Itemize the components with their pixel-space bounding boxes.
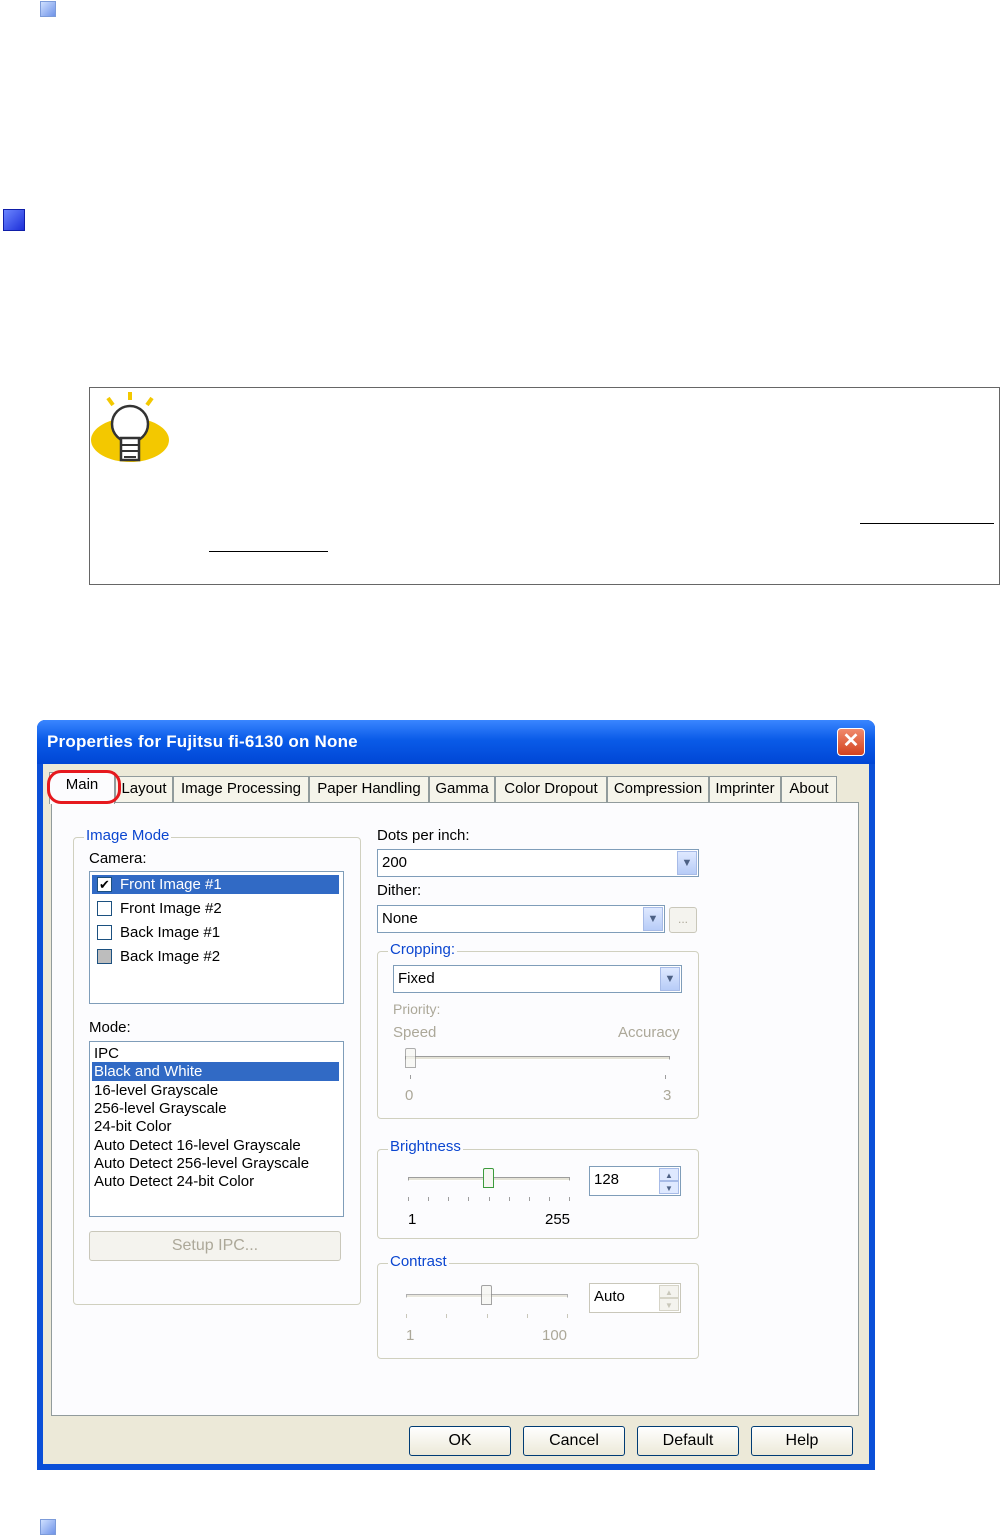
- tab-paper-handling[interactable]: Paper Handling: [309, 776, 429, 802]
- brightness-spinbox[interactable]: 128 ▲ ▼: [589, 1166, 681, 1196]
- dpi-label: Dots per inch:: [377, 827, 470, 844]
- accuracy-label: Accuracy: [618, 1024, 680, 1041]
- cropping-select[interactable]: Fixed ▼: [393, 965, 682, 993]
- brightness-min: 1: [408, 1211, 417, 1228]
- camera-checkbox[interactable]: [97, 925, 112, 940]
- priority-slider-track: [405, 1056, 670, 1060]
- slider-tick: [487, 1314, 488, 1318]
- slider-tick: [468, 1197, 469, 1201]
- camera-list[interactable]: Front Image #1 ✔ Front Image #2 Back Ima…: [89, 871, 344, 1004]
- bullet-icon: [40, 1, 56, 17]
- camera-row[interactable]: Front Image #1: [92, 875, 339, 894]
- mode-row[interactable]: IPC: [92, 1044, 119, 1063]
- slider-tick: [529, 1197, 530, 1201]
- contrast-spinbox[interactable]: Auto ▲ ▼: [589, 1283, 681, 1313]
- dialog-title: Properties for Fujitsu fi-6130 on None: [47, 732, 358, 751]
- title-bar: Properties for Fujitsu fi-6130 on None ✕: [37, 720, 875, 764]
- dpi-select[interactable]: 200 ▼: [377, 849, 699, 877]
- slider-tick: [448, 1197, 449, 1201]
- chevron-down-icon[interactable]: ▼: [660, 967, 680, 991]
- tab-layout[interactable]: Layout: [115, 776, 173, 802]
- link-underline: [209, 551, 328, 552]
- slider-tick: [509, 1197, 510, 1201]
- highlight-ring: [47, 770, 121, 804]
- slider-tick: [665, 1075, 666, 1079]
- image-mode-label: Image Mode: [84, 827, 172, 844]
- mode-row[interactable]: Black and White: [92, 1062, 339, 1081]
- tab-color-dropout[interactable]: Color Dropout: [495, 776, 607, 802]
- slider-tick: [567, 1314, 568, 1318]
- tab-gamma[interactable]: Gamma: [429, 776, 495, 802]
- chevron-down-icon[interactable]: ▼: [643, 907, 663, 931]
- slider-tick: [428, 1197, 429, 1201]
- slider-tick: [489, 1197, 490, 1201]
- tab-compression[interactable]: Compression: [607, 776, 709, 802]
- contrast-ticks: [406, 1314, 568, 1320]
- brightness-value: 128: [594, 1171, 620, 1188]
- slider-tick: [549, 1197, 550, 1201]
- default-button[interactable]: Default: [637, 1426, 739, 1456]
- mode-row[interactable]: 256-level Grayscale: [92, 1099, 227, 1118]
- setup-ipc-button[interactable]: Setup IPC...: [89, 1231, 341, 1261]
- contrast-value: Auto: [594, 1288, 625, 1305]
- brightness-label: Brightness: [388, 1138, 463, 1155]
- contrast-label: Contrast: [388, 1253, 449, 1270]
- slider-tick: [410, 1075, 411, 1079]
- speed-label: Speed: [393, 1024, 437, 1041]
- dither-label: Dither:: [377, 882, 422, 899]
- dialog-client: Main Layout Image Processing Paper Handl…: [43, 764, 869, 1464]
- close-button[interactable]: ✕: [837, 728, 865, 756]
- tab-imprinter[interactable]: Imprinter: [709, 776, 781, 802]
- hint-box: [89, 387, 1000, 585]
- mode-label: Mode:: [89, 1019, 131, 1036]
- brightness-slider-thumb[interactable]: [483, 1168, 494, 1188]
- slider-tick: [569, 1197, 570, 1201]
- dither-select[interactable]: None ▼: [377, 905, 665, 933]
- priority-min: 0: [405, 1087, 414, 1104]
- mode-row[interactable]: 16-level Grayscale: [92, 1081, 218, 1100]
- dither-more-button[interactable]: ...: [669, 907, 697, 933]
- contrast-slider-thumb[interactable]: [481, 1285, 492, 1305]
- mode-row[interactable]: 24-bit Color: [92, 1117, 172, 1136]
- tab-about[interactable]: About: [781, 776, 837, 802]
- mode-list[interactable]: IPC Black and White 16-level Grayscale 2…: [89, 1041, 344, 1217]
- ok-button[interactable]: OK: [409, 1426, 511, 1456]
- cropping-value: Fixed: [398, 970, 435, 987]
- spin-down-icon[interactable]: ▼: [659, 1298, 679, 1311]
- mode-row[interactable]: Auto Detect 16-level Grayscale: [92, 1136, 301, 1155]
- help-button[interactable]: Help: [751, 1426, 853, 1456]
- bullet-icon: [3, 209, 25, 231]
- priority-slider-thumb[interactable]: [405, 1048, 416, 1068]
- cropping-label: Cropping:: [388, 941, 458, 958]
- camera-checkbox[interactable]: ✔: [97, 877, 112, 892]
- slider-tick: [406, 1314, 407, 1318]
- contrast-min: 1: [406, 1327, 415, 1344]
- lightbulb-icon: [91, 392, 169, 462]
- bullet-icon: [40, 1519, 56, 1535]
- brightness-ticks: [408, 1197, 570, 1203]
- tab-image-processing[interactable]: Image Processing: [173, 776, 309, 802]
- dpi-value: 200: [382, 854, 408, 871]
- camera-label: Camera:: [89, 850, 147, 867]
- slider-tick: [527, 1314, 528, 1318]
- chevron-down-icon[interactable]: ▼: [677, 851, 697, 875]
- mode-row[interactable]: Auto Detect 256-level Grayscale: [92, 1154, 309, 1173]
- priority-max: 3: [663, 1087, 672, 1104]
- slider-tick: [408, 1197, 409, 1201]
- dither-value: None: [382, 910, 418, 927]
- camera-checkbox[interactable]: [97, 901, 112, 916]
- spin-up-icon[interactable]: ▲: [659, 1285, 679, 1298]
- link-underline: [860, 523, 994, 524]
- spin-down-icon[interactable]: ▼: [659, 1181, 679, 1194]
- main-tab-panel: Image Mode Camera: Front Image #1 ✔ Fron…: [51, 802, 859, 1416]
- brightness-max: 255: [545, 1211, 571, 1228]
- cancel-button[interactable]: Cancel: [523, 1426, 625, 1456]
- slider-tick: [446, 1314, 447, 1318]
- properties-dialog: Properties for Fujitsu fi-6130 on None ✕…: [37, 720, 875, 1470]
- camera-checkbox[interactable]: [97, 949, 112, 964]
- mode-row[interactable]: Auto Detect 24-bit Color: [92, 1172, 254, 1191]
- spin-up-icon[interactable]: ▲: [659, 1168, 679, 1181]
- contrast-max: 100: [542, 1327, 568, 1344]
- priority-label: Priority:: [393, 1001, 441, 1017]
